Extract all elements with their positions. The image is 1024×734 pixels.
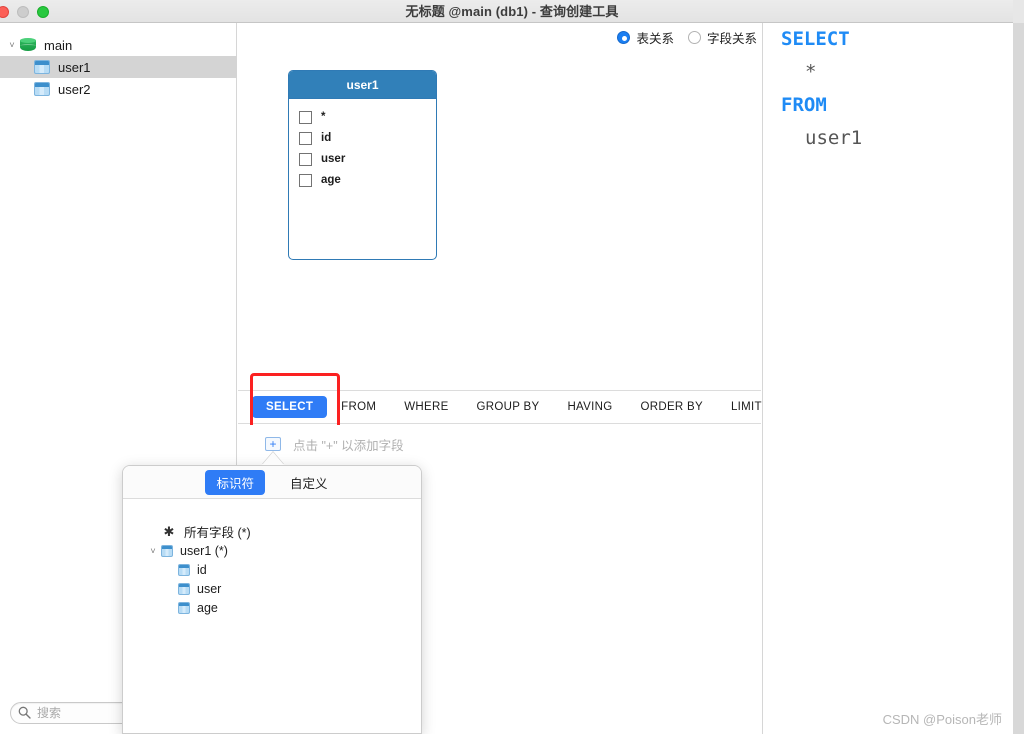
tree-item-user2[interactable]: ˅ user2	[0, 78, 237, 100]
add-field-row: + 点击 "+" 以添加字段	[238, 425, 761, 463]
sql-value-table: user1	[805, 127, 863, 149]
table-icon	[34, 82, 50, 96]
popup-pointer-icon	[262, 452, 284, 465]
tree-item-label: user2	[58, 81, 91, 97]
popup-item-all-fields[interactable]: ˅ ✱ 所有字段 (*)	[123, 522, 421, 541]
popup-item-label: user1 (*)	[180, 543, 228, 558]
radio-field-relation[interactable]: 字段关系	[687, 28, 757, 47]
tab-from[interactable]: FROM	[327, 396, 390, 418]
popup-item-label: user	[197, 581, 222, 596]
popup-item-user[interactable]: ˅ user	[123, 579, 421, 598]
spacer-icon: ˅	[4, 84, 20, 94]
tree-item-main[interactable]: ˅ main	[0, 34, 237, 56]
radio-label: 字段关系	[706, 32, 757, 46]
clause-tab-bar: SELECT FROM WHERE GROUP BY HAVING ORDER …	[238, 391, 762, 424]
field-label: age	[321, 174, 341, 186]
column-icon	[178, 563, 190, 576]
table-node-field[interactable]: user	[299, 149, 436, 169]
popup-tab-custom[interactable]: 自定义	[279, 470, 339, 495]
window-right-edge-top	[1013, 0, 1024, 23]
tab-having[interactable]: HAVING	[553, 396, 626, 418]
spacer-icon: ˅	[145, 603, 161, 613]
add-field-button[interactable]: +	[265, 437, 281, 451]
checkbox-icon[interactable]	[299, 152, 312, 166]
column-icon	[178, 582, 190, 595]
table-node-field[interactable]: *	[299, 107, 436, 127]
asterisk-icon: ✱	[163, 523, 175, 539]
tab-group-by[interactable]: GROUP BY	[463, 396, 554, 418]
tree-item-label: main	[44, 37, 73, 53]
field-label: *	[321, 111, 326, 123]
spacer-icon: ˅	[4, 62, 20, 72]
field-label: id	[321, 132, 332, 144]
column-icon	[178, 601, 190, 614]
add-field-hint: 点击 "+" 以添加字段	[293, 438, 404, 453]
sql-keyword-from: FROM	[781, 94, 827, 116]
popup-item-user1[interactable]: ˅ user1 (*)	[123, 541, 421, 560]
tab-where[interactable]: WHERE	[390, 396, 462, 418]
chevron-down-icon[interactable]: ˅	[145, 546, 161, 556]
radio-label: 表关系	[636, 32, 674, 46]
spacer-icon: ˅	[145, 584, 161, 594]
query-builder-window: 无标题 @main (db1) - 查询创建工具 ˅ main ˅ user1	[0, 0, 1024, 734]
sql-keyword-select: SELECT	[781, 28, 850, 50]
chevron-down-icon[interactable]: ˅	[4, 40, 20, 50]
window-title: 无标题 @main (db1) - 查询创建工具	[405, 4, 619, 19]
popup-item-age[interactable]: ˅ age	[123, 598, 421, 617]
checkbox-icon[interactable]	[299, 110, 312, 124]
popup-tab-bar: 标识符 自定义	[123, 466, 421, 499]
popup-field-tree: ˅ ✱ 所有字段 (*) ˅ user1 (*) ˅ id ˅ user	[123, 499, 421, 617]
relation-mode-group: 表关系 字段关系	[617, 28, 757, 47]
database-icon	[20, 37, 36, 53]
spacer-icon: ˅	[145, 527, 161, 537]
tab-order-by[interactable]: ORDER BY	[627, 396, 717, 418]
window-right-gutter	[1013, 23, 1024, 734]
table-node-user1[interactable]: user1 * id user age	[288, 70, 437, 260]
table-node-field[interactable]: id	[299, 128, 436, 148]
spacer-icon: ˅	[145, 565, 161, 575]
tree-item-user1[interactable]: ˅ user1	[0, 56, 237, 78]
tab-select[interactable]: SELECT	[252, 396, 328, 418]
checkbox-icon[interactable]	[299, 173, 312, 187]
popup-item-label: 所有字段 (*)	[184, 526, 251, 540]
table-icon	[34, 60, 50, 74]
relation-canvas[interactable]: 表关系 字段关系 user1 * id user age	[238, 23, 761, 391]
tree-item-label: user1	[58, 59, 91, 75]
popup-item-id[interactable]: ˅ id	[123, 560, 421, 579]
radio-unselected-icon[interactable]	[687, 31, 701, 44]
table-node-field-list: * id user age	[289, 99, 436, 190]
table-node-field[interactable]: age	[299, 170, 436, 190]
field-label: user	[321, 153, 346, 165]
sql-preview-pane[interactable]: SELECT * FROM user1	[762, 23, 1013, 734]
radio-selected-icon[interactable]	[617, 31, 631, 44]
sql-value-star: *	[805, 61, 817, 83]
window-titlebar: 无标题 @main (db1) - 查询创建工具	[0, 0, 1024, 23]
table-node-title: user1	[289, 71, 436, 99]
schema-tree: ˅ main ˅ user1 ˅ user2	[0, 34, 237, 100]
popup-item-label: age	[197, 600, 218, 615]
field-picker-popup: 标识符 自定义 ˅ ✱ 所有字段 (*) ˅ user1 (*) ˅ id ˅	[122, 465, 422, 734]
popup-item-label: id	[197, 562, 207, 577]
table-icon	[161, 544, 173, 557]
watermark-text: CSDN @Poison老师	[882, 712, 1002, 727]
popup-tab-identifier[interactable]: 标识符	[205, 469, 265, 495]
checkbox-icon[interactable]	[299, 131, 312, 145]
radio-table-relation[interactable]: 表关系	[617, 28, 674, 47]
